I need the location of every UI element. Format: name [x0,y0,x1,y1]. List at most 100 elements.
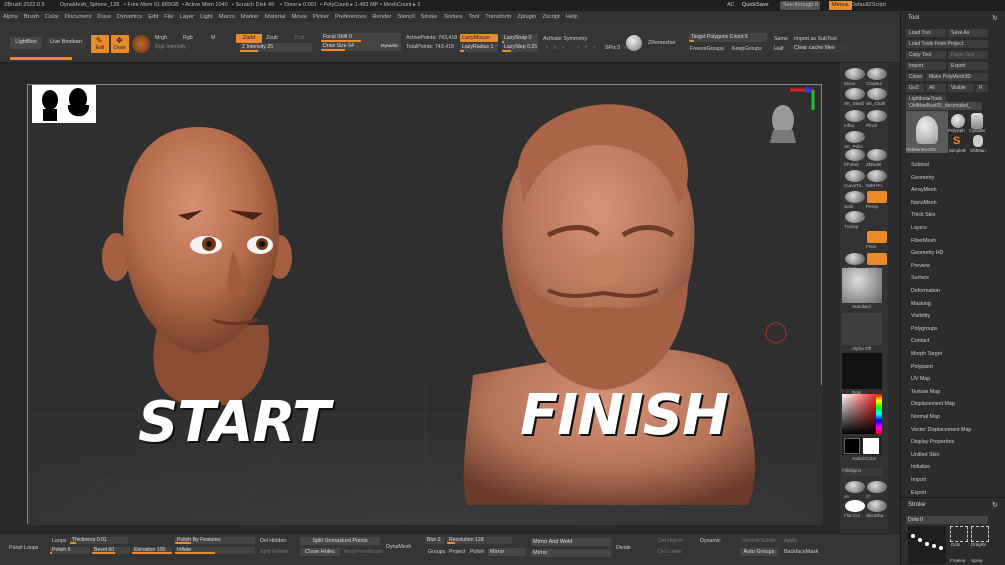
menu-zplugin[interactable]: Zplugin [514,11,539,23]
bevel-slider[interactable]: Bevel 60 [92,547,130,554]
zremesher-button[interactable]: ZRemesher [648,40,676,46]
import-button[interactable]: Import [906,62,946,70]
polysphere-icon[interactable] [951,114,965,128]
hue-strip[interactable] [876,394,882,434]
apply-button[interactable]: Apply [784,538,797,544]
shelf-icon-curvetu[interactable] [845,170,865,182]
clear-cache-button[interactable]: Clear cache files [792,44,848,53]
shelf-icon-local[interactable] [867,253,887,265]
menu-macro[interactable]: Macro [216,11,238,23]
menu-movie[interactable]: Movie [288,11,309,23]
lazy-snap-slider[interactable]: LazySnap 0 [502,34,538,43]
tool-subpalette-displacement-map[interactable]: Displacement Map [911,401,955,407]
clone-button[interactable]: Clone [906,73,924,81]
switch-color-swatches[interactable] [842,437,882,455]
stroke-title[interactable]: Stroke [908,502,925,508]
zremesher-sphere-icon[interactable] [626,35,642,51]
current-tool-slider[interactable]: OldManBust05_decimated_ [906,102,982,110]
panel-loops-button[interactable]: Panel Loops [9,545,38,551]
dynamic-subdiv-button[interactable]: Dynamic [700,538,721,544]
menu-help[interactable]: Help [563,11,581,23]
load-tool-button[interactable]: Load Tool [906,29,946,37]
tool-subpalette-export[interactable]: Export [911,490,926,496]
m-button[interactable]: M [211,35,215,41]
save-as-button[interactable]: Save As [948,29,988,37]
blur-slider[interactable]: Blur 2 [425,537,445,544]
menu-material[interactable]: Material [262,11,289,23]
shelf-icon-l-sym[interactable] [845,253,865,265]
tool-subpalette-normal-map[interactable]: Normal Map [911,414,940,420]
stroke-refresh-icon[interactable]: ↻ [992,501,998,509]
simple-brush-icon[interactable]: S [953,135,965,147]
menu-texture[interactable]: Texture [441,11,466,23]
alpha-off-icon[interactable] [842,313,882,345]
menu-edit[interactable]: Edit [145,11,161,23]
zadd-button[interactable]: Zadd [236,34,262,43]
secondary-color-swatch[interactable] [863,438,879,454]
shelf-icon-floor[interactable] [867,231,887,243]
tool-refresh-icon[interactable]: ↻ [992,14,998,22]
menu-alpha[interactable]: Alpha [0,11,21,23]
zsub-button[interactable]: Zsub [266,35,278,41]
menu-brush[interactable]: Brush [21,11,42,23]
shelf-icon-zmodel[interactable] [867,149,887,161]
polish-slider[interactable]: Polish 5 [50,547,90,554]
rgb-intensity-slider[interactable]: Rgb Intensity [155,44,186,50]
split-hidden-button[interactable]: Split Hidden [260,549,289,555]
menu-picker[interactable]: Picker [310,11,332,23]
menu-tool[interactable]: Tool [466,11,483,23]
dynamesh-button[interactable]: DynaMesh [386,544,411,550]
del-hidden-button[interactable]: Del Hidden [260,538,286,544]
backface-mask-button[interactable]: BackfaceMask [784,549,818,555]
shelf-icon-transp[interactable] [845,211,865,223]
menu-transform[interactable]: Transform [482,11,514,23]
edit-button[interactable]: ✎ Edit [91,35,109,53]
zcut-button[interactable]: Zcut [294,35,304,41]
menu-zscript[interactable]: Zscript [539,11,562,23]
menu-draw[interactable]: Draw [94,11,114,23]
tool-subpalette-fibermesh[interactable]: FiberMesh [911,238,936,244]
default-zscript-button[interactable]: DefaultZScript [851,0,886,11]
dynamic-toggle[interactable]: Dynamic [381,43,399,48]
tool-title[interactable]: Tool [908,15,919,21]
target-polygons-slider[interactable]: Target Polygons Count 5 [689,33,767,42]
tool-subpalette-nanomesh[interactable]: NanoMesh [911,200,937,206]
menu-light[interactable]: Light [197,11,216,23]
primary-color-swatch[interactable] [844,438,860,454]
polish-features-slider[interactable]: Polish By Features [175,537,255,544]
silhouette-thumbnail[interactable] [32,85,96,123]
load-from-project-button[interactable]: Load Tools From Project [906,40,988,48]
tool-subpalette-unified-skin[interactable]: Unified Skin [911,452,939,458]
focal-shift-slider[interactable]: Focal Shift 0 [321,33,401,42]
shelf-icon-flat-col[interactable] [845,500,865,512]
material-sphere-icon[interactable] [132,35,150,53]
lightbox-button[interactable]: LightBox [10,37,42,49]
project-button[interactable]: Project [449,549,466,555]
menu-stroke[interactable]: Stroke [418,11,441,23]
lazy-mouse-button[interactable]: LazyMouse [460,34,498,42]
shelf-icon-persp[interactable] [867,191,887,203]
tool-subpalette-morph-target[interactable]: Morph Target [911,351,942,357]
tool-subpalette-contact[interactable]: Contact [911,338,929,344]
shelf-icon-pinch[interactable] [867,110,887,122]
z-intensity-slider[interactable]: Z Intensity 25 [240,43,312,52]
tool-subpalette-display-properties[interactable]: Display Properties [911,439,954,445]
shelf-icon-z7[interactable] [867,481,887,493]
mesh-from-brush-button[interactable]: MeshFromBrush [344,549,383,555]
export-button[interactable]: Export [948,62,988,70]
activate-symmetry-button[interactable]: Activate Symmetry [543,36,587,42]
shelf-icon-imm-pri[interactable] [867,170,887,182]
dragrect-stroke-button[interactable] [971,526,989,542]
shelf-icon-move[interactable] [845,68,865,80]
tool-subpalette-deformation[interactable]: Deformation [911,288,940,294]
elevation-slider[interactable]: Elevation 100 [132,547,172,554]
shelf-icon-x4[interactable] [845,481,865,493]
tool-subpalette-geometry[interactable]: Geometry [911,175,934,181]
tool-subpalette-layers[interactable]: Layers [911,225,927,231]
close-holes-button[interactable]: Close Holes [300,548,340,556]
quicksave-button[interactable]: QuickSave [742,0,769,11]
tool-subpalette-texture-map[interactable]: Texture Map [911,389,940,395]
shelf-icon-hpolish[interactable] [845,149,865,161]
groups-button[interactable]: Groups [428,549,445,555]
tool-subpalette-subtool[interactable]: Subtool [911,162,929,168]
